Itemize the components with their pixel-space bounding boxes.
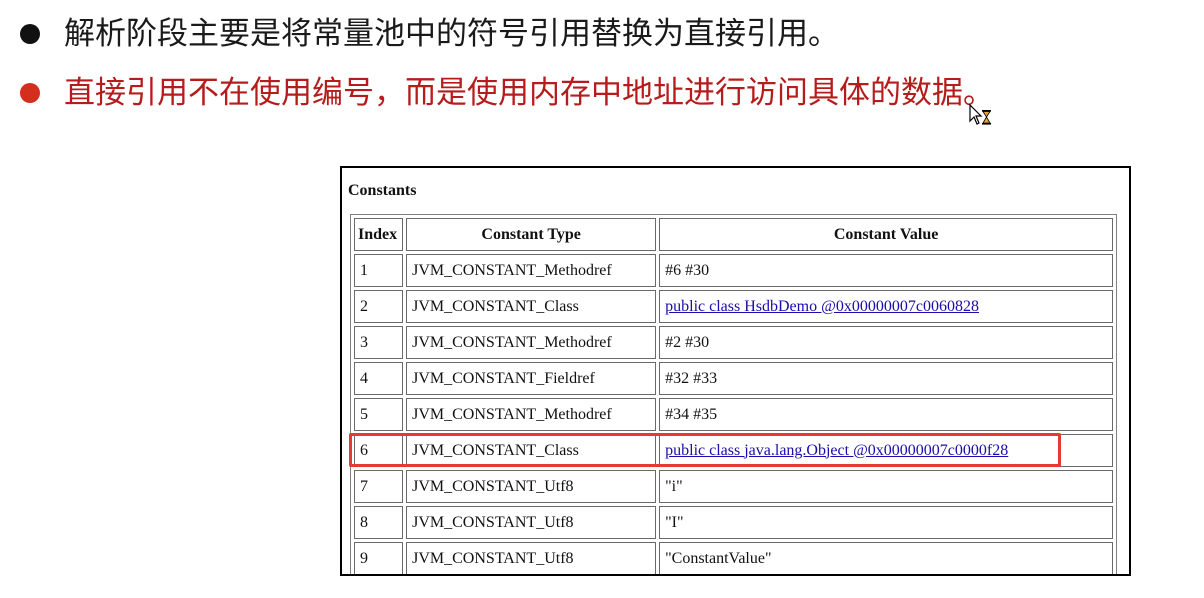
panel-title: Constants — [348, 182, 417, 199]
busy-arrow-cursor-icon — [969, 104, 991, 125]
table-row: 8 JVM_CONSTANT_Utf8 "I" — [354, 506, 1114, 539]
cell-constant-value: "I" — [659, 506, 1114, 539]
bullet-text: 直接引用不在使用编号，而是使用内存中地址进行访问具体的数据。 — [64, 75, 994, 111]
table-row: 7 JVM_CONSTANT_Utf8 "i" — [354, 470, 1114, 503]
cell-index: 7 — [354, 470, 404, 503]
table-row: 4 JVM_CONSTANT_Fieldref #32 #33 — [354, 362, 1114, 395]
cell-constant-type: JVM_CONSTANT_Utf8 — [406, 542, 657, 574]
cell-index: 5 — [354, 398, 404, 431]
bullet-item: 解析阶段主要是将常量池中的符号引用替换为直接引用。 — [20, 14, 839, 54]
column-header-value: Constant Value — [659, 218, 1114, 251]
cell-index: 4 — [354, 362, 404, 395]
cell-constant-value[interactable]: public class java.lang.Object @0x0000000… — [659, 434, 1114, 467]
table-row: 1 JVM_CONSTANT_Methodref #6 #30 — [354, 254, 1114, 287]
constant-value-link[interactable]: public class HsdbDemo @0x00000007c006082… — [665, 298, 979, 315]
constants-table-body: 1 JVM_CONSTANT_Methodref #6 #30 2 JVM_CONSTA… — [354, 254, 1114, 574]
constants-table: Index Constant Type Constant Value 1 JVM_… — [350, 214, 1118, 574]
cell-index: 1 — [354, 254, 404, 287]
cell-constant-type: JVM_CONSTANT_Methodref — [406, 326, 657, 359]
bullet-text: 解析阶段主要是将常量池中的符号引用替换为直接引用。 — [64, 16, 839, 52]
table-row: 5 JVM_CONSTANT_Methodref #34 #35 — [354, 398, 1114, 431]
bullet-dot-icon — [20, 24, 40, 44]
cell-constant-value[interactable]: public class HsdbDemo @0x00000007c006082… — [659, 290, 1114, 323]
cell-index: 9 — [354, 542, 404, 574]
cell-index: 3 — [354, 326, 404, 359]
cell-constant-type: JVM_CONSTANT_Class — [406, 290, 657, 323]
table-row: 9 JVM_CONSTANT_Utf8 "ConstantValue" — [354, 542, 1114, 574]
cell-constant-value: "ConstantValue" — [659, 542, 1114, 574]
column-header-index: Index — [354, 218, 404, 251]
table-header-row: Index Constant Type Constant Value — [354, 218, 1114, 251]
bullet-dot-icon — [20, 83, 40, 103]
cell-constant-value: #34 #35 — [659, 398, 1114, 431]
cell-constant-value: #6 #30 — [659, 254, 1114, 287]
cell-constant-type: JVM_CONSTANT_Class — [406, 434, 657, 467]
bullet-item: 直接引用不在使用编号，而是使用内存中地址进行访问具体的数据。 — [20, 73, 994, 113]
cell-constant-type: JVM_CONSTANT_Utf8 — [406, 506, 657, 539]
table-row: 6 JVM_CONSTANT_Class public class java.lan… — [354, 434, 1114, 467]
cell-constant-value: #2 #30 — [659, 326, 1114, 359]
cell-constant-type: JVM_CONSTANT_Methodref — [406, 254, 657, 287]
cell-constant-type: JVM_CONSTANT_Fieldref — [406, 362, 657, 395]
constant-value-link[interactable]: public class java.lang.Object @0x0000000… — [665, 442, 1008, 459]
constants-panel: Constants Index Constant Type Constant V… — [340, 166, 1131, 576]
cell-index: 6 — [354, 434, 404, 467]
cell-index: 2 — [354, 290, 404, 323]
cell-constant-value: "i" — [659, 470, 1114, 503]
column-header-type: Constant Type — [406, 218, 657, 251]
cell-index: 8 — [354, 506, 404, 539]
cell-constant-type: JVM_CONSTANT_Methodref — [406, 398, 657, 431]
cell-constant-type: JVM_CONSTANT_Utf8 — [406, 470, 657, 503]
cell-constant-value: #32 #33 — [659, 362, 1114, 395]
table-row: 2 JVM_CONSTANT_Class public class HsdbDemo… — [354, 290, 1114, 323]
table-row: 3 JVM_CONSTANT_Methodref #2 #30 — [354, 326, 1114, 359]
